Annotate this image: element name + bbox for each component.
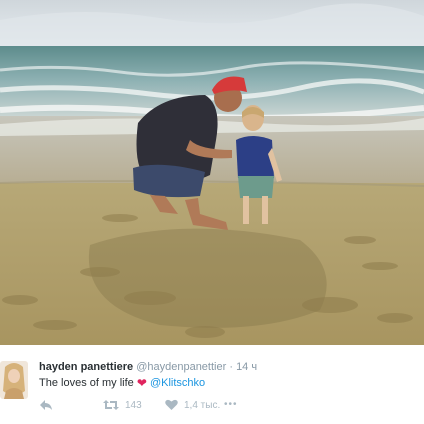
tweet-photo[interactable] [0,0,424,345]
tweet-card: hayden panettiere @haydenpanettier · 14 … [0,345,424,424]
red-heart-emoji-icon: ❤ [136,376,147,390]
beach-photo [0,0,424,345]
like-count: 1,4 тыс. [184,399,221,411]
tweet-header: hayden panettiere @haydenpanettier · 14 … [39,361,257,373]
author-handle[interactable]: @haydenpanettier [136,361,226,373]
tweet-body: The loves of my life [39,377,134,389]
separator: · [229,361,233,373]
retweet-button[interactable]: 143 [103,399,142,411]
more-button[interactable]: ••• [224,399,238,410]
retweet-icon [103,400,119,410]
tweet-time[interactable]: 14 ч [236,361,257,373]
reply-button[interactable] [39,399,53,411]
heart-icon [165,399,178,410]
mention-link[interactable]: @Klitschko [150,377,205,389]
like-button[interactable]: 1,4 тыс. [165,399,220,411]
more-icon: ••• [224,399,238,410]
tweet-text: The loves of my life ❤ @Klitschko [39,376,205,390]
tweet-actions: 143 1,4 тыс. ••• [0,399,424,417]
retweet-count: 143 [125,399,142,411]
reply-icon [40,400,52,410]
author-name[interactable]: hayden panettiere [39,361,133,373]
avatar[interactable] [0,361,28,399]
